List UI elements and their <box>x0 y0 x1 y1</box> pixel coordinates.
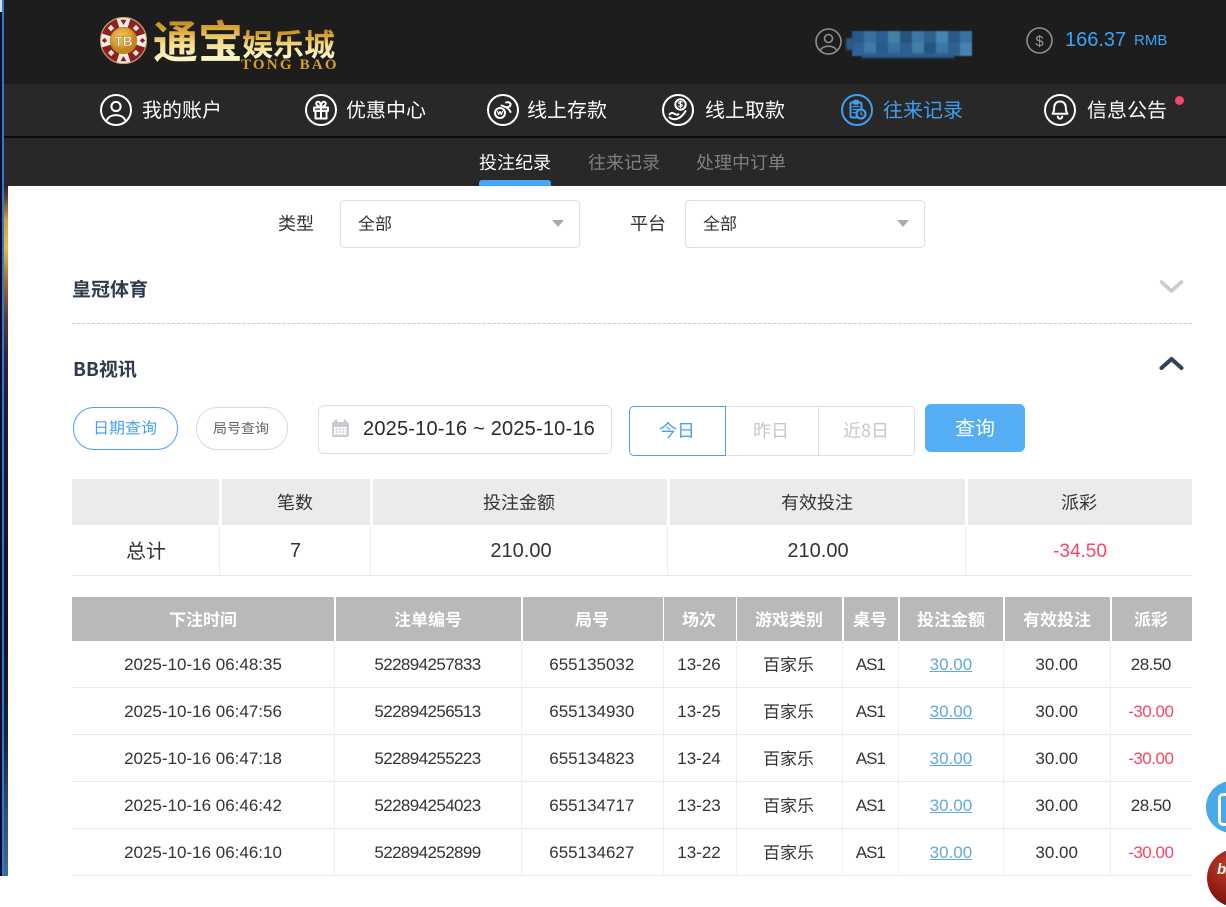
svg-text:$: $ <box>1035 33 1044 50</box>
svg-text:TB: TB <box>115 34 133 49</box>
